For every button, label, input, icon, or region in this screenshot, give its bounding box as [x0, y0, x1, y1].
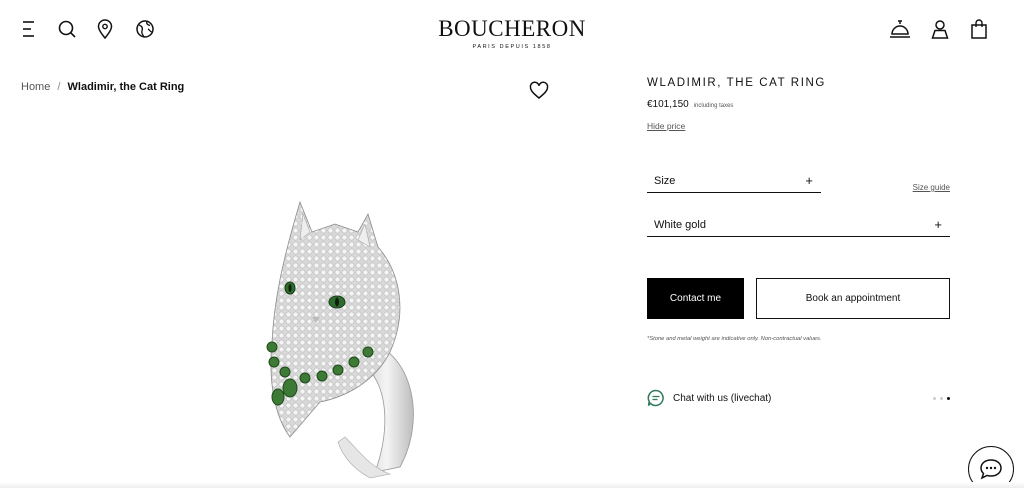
carousel-dot[interactable] [940, 397, 943, 400]
brand-tagline: PARIS DEPUIS 1858 [472, 44, 552, 50]
site-header: BOUCHERON PARIS DEPUIS 1858 [0, 0, 1024, 62]
concierge-bell-icon[interactable] [889, 18, 911, 40]
price-value: €101,150 [647, 99, 689, 110]
carousel-dots [933, 397, 950, 400]
chat-icon [980, 459, 1002, 480]
metal-plus-icon: + [934, 217, 942, 232]
product-price: €101,150 including taxes [647, 99, 733, 110]
livechat-label: Chat with us (livechat) [673, 393, 772, 404]
metal-selector[interactable]: White gold + [647, 217, 950, 237]
size-label: Size [654, 175, 676, 187]
hide-price-link[interactable]: Hide price [647, 121, 685, 131]
contact-me-button[interactable]: Contact me [647, 278, 744, 319]
breadcrumb-home[interactable]: Home [21, 81, 50, 93]
brand-logo[interactable]: BOUCHERON PARIS DEPUIS 1858 [0, 16, 1024, 50]
bottom-bar [0, 482, 1024, 488]
carousel-dot-active[interactable] [947, 397, 950, 400]
disclaimer-text: *Stone and metal weight are indicative o… [647, 336, 822, 342]
metal-label: White gold [654, 219, 706, 231]
chat-bubble-icon [647, 389, 665, 407]
book-appointment-button[interactable]: Book an appointment [756, 278, 950, 319]
breadcrumb-separator: / [57, 81, 61, 93]
product-image [250, 192, 450, 482]
heart-icon[interactable] [529, 81, 549, 101]
size-guide-link[interactable]: Size guide [913, 183, 950, 192]
breadcrumb: Home / Wladimir, the Cat Ring [21, 81, 184, 93]
size-plus-icon: + [805, 173, 813, 188]
account-icon[interactable] [929, 18, 951, 40]
product-title: WLADIMIR, THE CAT RING [647, 77, 826, 89]
tax-note: including taxes [693, 103, 734, 109]
carousel-dot[interactable] [933, 397, 936, 400]
shopping-bag-icon[interactable] [968, 18, 990, 40]
size-selector[interactable]: Size + [647, 173, 821, 193]
livechat-link[interactable]: Chat with us (livechat) [647, 389, 950, 409]
breadcrumb-current: Wladimir, the Cat Ring [67, 81, 185, 93]
brand-name: BOUCHERON [438, 16, 586, 41]
